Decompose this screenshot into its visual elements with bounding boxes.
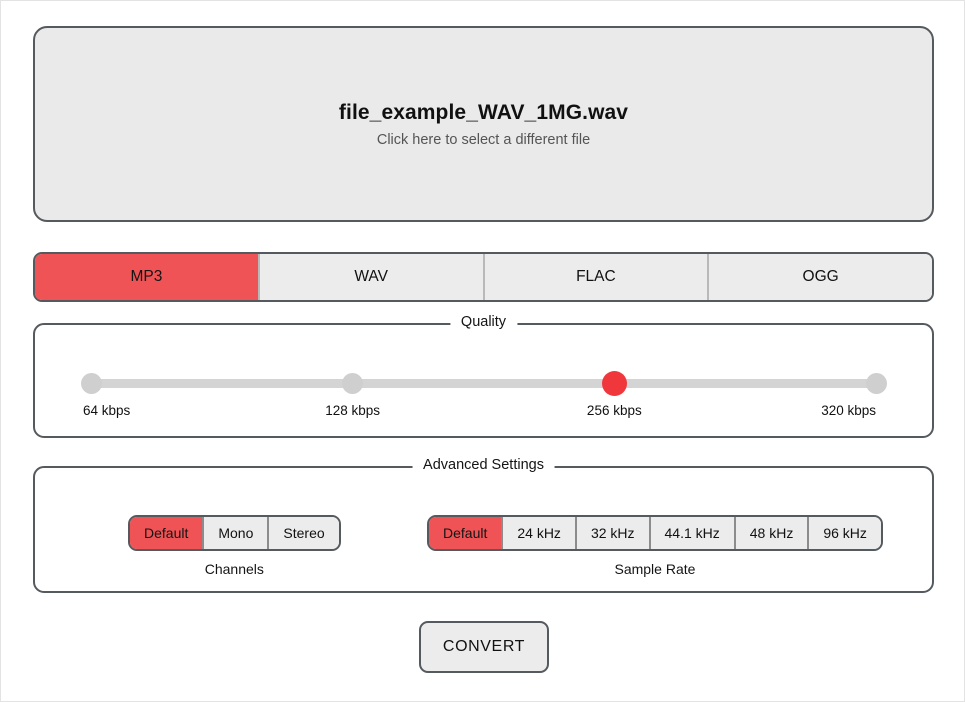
quality-stop-128[interactable] [342, 373, 364, 394]
advanced-settings-legend: Advanced Settings [412, 457, 555, 473]
format-tab-mp3[interactable]: MP3 [35, 254, 260, 300]
sample-rate-option-96-khz[interactable]: 96 kHz [809, 517, 881, 549]
quality-label-320: 320 kbps [821, 403, 876, 418]
format-tab-wav[interactable]: WAV [259, 254, 485, 300]
quality-panel-legend: Quality [449, 314, 518, 330]
selected-filename: file_example_WAV_1MG.wav [338, 100, 629, 124]
quality-slider-track[interactable] [91, 379, 876, 388]
audio-converter-window: file_example_WAV_1MG.wav Click here to s… [0, 0, 965, 702]
convert-button[interactable]: CONVERT [419, 621, 549, 673]
channels-setting: Default Mono Stereo Channels [128, 515, 341, 577]
sample-rate-option-24-khz[interactable]: 24 kHz [503, 517, 577, 549]
quality-label-64: 64 kbps [83, 403, 131, 418]
file-dropzone[interactable]: file_example_WAV_1MG.wav Click here to s… [33, 26, 934, 222]
sample-rate-option-44-1-khz[interactable]: 44.1 kHz [650, 517, 736, 549]
channels-caption: Channels [204, 561, 264, 577]
sample-rate-segmented-control: Default 24 kHz 32 kHz 44.1 kHz 48 kHz 96 kHz [427, 515, 883, 551]
quality-label-256: 256 kbps [586, 403, 642, 418]
sample-rate-option-32-khz[interactable]: 32 kHz [576, 517, 651, 549]
quality-panel: Quality 64 kbps 128 kbps 256 kbps 320 kbps [33, 314, 934, 438]
channels-option-default[interactable]: Default [130, 517, 205, 549]
channels-segmented-control: Default Mono Stereo [128, 515, 341, 551]
quality-stop-256[interactable] [601, 371, 627, 396]
quality-slider[interactable]: 64 kbps 128 kbps 256 kbps 320 kbps [80, 360, 887, 420]
sample-rate-caption: Sample Rate [614, 561, 696, 577]
quality-label-128: 128 kbps [325, 403, 381, 418]
output-format-tabs: MP3 WAV FLAC OGG [33, 252, 934, 302]
sample-rate-option-default[interactable]: Default [429, 517, 504, 549]
dropzone-hint-text: Click here to select a different file [376, 131, 591, 148]
channels-option-mono[interactable]: Mono [204, 517, 270, 549]
format-tab-flac[interactable]: FLAC [484, 254, 710, 300]
sample-rate-setting: Default 24 kHz 32 kHz 44.1 kHz 48 kHz 96 kHz … [427, 515, 883, 577]
format-tab-ogg[interactable]: OGG [709, 254, 932, 300]
advanced-settings-panel: Advanced Settings Default Mono Stereo Chan… [33, 457, 934, 593]
channels-option-stereo[interactable]: Stereo [269, 517, 339, 549]
sample-rate-option-48-khz[interactable]: 48 kHz [735, 517, 810, 549]
quality-stop-64[interactable] [80, 373, 102, 394]
quality-stop-320[interactable] [865, 373, 887, 394]
